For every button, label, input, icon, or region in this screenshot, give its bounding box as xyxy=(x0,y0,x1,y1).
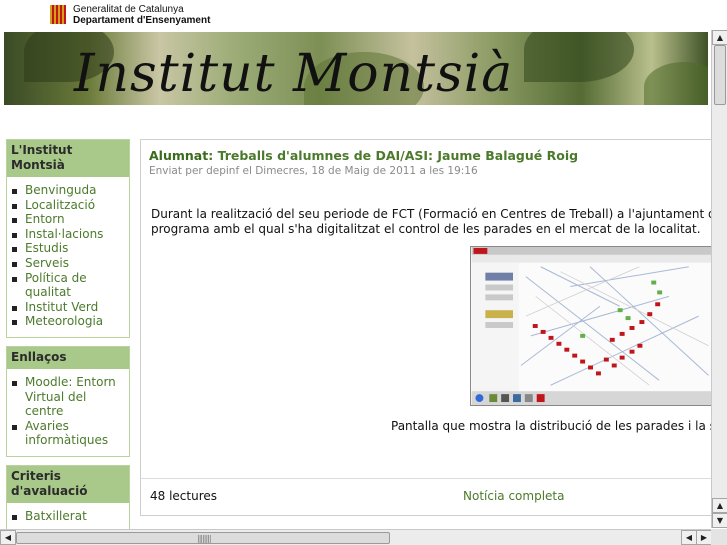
gencat-header: Generalitat de Catalunya Departament d'E… xyxy=(0,0,711,30)
node-article: Alumnat: Treballs d'alumnes de DAI/ASI: … xyxy=(140,139,715,516)
menu-item[interactable]: Instal·lacions xyxy=(9,227,127,242)
block-enllacos: Enllaços Moodle: Entorn Virtual del cent… xyxy=(6,345,130,457)
menu-item[interactable]: Batxillerat xyxy=(9,509,127,524)
menu-item[interactable]: Avaries informàtiques xyxy=(9,419,127,448)
scroll-right-icon[interactable]: ▶ xyxy=(696,530,712,545)
menu-item[interactable]: Moodle: Entorn Virtual del centre xyxy=(9,375,127,419)
node-title-link[interactable]: Treballs d'alumnes de DAI/ASI: Jaume Bal… xyxy=(218,148,579,163)
read-count: 48 lectures xyxy=(150,489,218,503)
scroll-left-icon[interactable]: ◀ xyxy=(0,530,16,545)
horizontal-scrollbar[interactable]: ◀ |||||||| ◀ ▶ xyxy=(0,529,712,545)
node-title[interactable]: Alumnat: Treballs d'alumnes de DAI/ASI: … xyxy=(149,148,578,163)
menu-item[interactable]: Meteorologia xyxy=(9,314,127,329)
menu-item[interactable]: Política de qualitat xyxy=(9,271,127,300)
menu-link-institut-verd[interactable]: Institut Verd xyxy=(25,300,98,314)
menu-link-batxillerat[interactable]: Batxillerat xyxy=(25,509,87,523)
menu-item[interactable]: Entorn xyxy=(9,212,127,227)
menu-link-serveis[interactable]: Serveis xyxy=(25,256,69,270)
banner-foliage xyxy=(524,32,634,82)
gencat-line-2: Departament d'Ensenyament xyxy=(73,15,211,26)
block-institut: L'Institut Montsià Benvinguda Localitzac… xyxy=(6,139,130,338)
vertical-scrollbar[interactable]: ▲ ▲ ▼ xyxy=(711,30,727,528)
scroll-grip-icon: |||||||| xyxy=(197,534,212,543)
site-title[interactable]: Institut Montsià xyxy=(74,44,513,104)
block-title: L'Institut Montsià xyxy=(7,140,129,177)
scroll-down-icon[interactable]: ▼ xyxy=(712,513,727,528)
sidebar: L'Institut Montsià Benvinguda Localitzac… xyxy=(6,139,130,541)
vertical-scroll-thumb[interactable] xyxy=(714,45,726,105)
menu-link-meteorologia[interactable]: Meteorologia xyxy=(25,314,103,328)
menu-item[interactable]: Institut Verd xyxy=(9,300,127,315)
banner-foliage xyxy=(644,62,708,105)
menu-link-politica-qualitat[interactable]: Política de qualitat xyxy=(25,271,87,300)
menu-link-avaries[interactable]: Avaries informàtiques xyxy=(25,419,108,448)
menu-item[interactable]: Serveis xyxy=(9,256,127,271)
menu-link-localitzacio[interactable]: Localització xyxy=(25,198,95,212)
image-caption: Pantalla que mostra la distribució de le… xyxy=(391,419,715,433)
node-links: 48 lectures Notícia completa xyxy=(141,478,715,515)
block-criteris: Criteris d'avaluació Batxillerat xyxy=(6,464,130,533)
scroll-up-icon[interactable]: ▲ xyxy=(712,498,727,513)
menu-list: Benvinguda Localització Entorn Instal·la… xyxy=(9,183,127,329)
scrollbar-corner xyxy=(711,529,727,545)
menu-list: Moodle: Entorn Virtual del centre Avarie… xyxy=(9,375,127,448)
menu-item[interactable]: Estudis xyxy=(9,241,127,256)
block-title: Enllaços xyxy=(7,346,129,369)
menu-list: Batxillerat xyxy=(9,509,127,524)
scroll-up-icon[interactable]: ▲ xyxy=(712,30,727,45)
menu-link-estudis[interactable]: Estudis xyxy=(25,241,68,255)
menu-link-moodle[interactable]: Moodle: Entorn Virtual del centre xyxy=(25,375,116,418)
scroll-left-icon[interactable]: ◀ xyxy=(681,530,697,545)
body-line-2: programa amb el qual s'ha digitalitzat e… xyxy=(151,222,701,236)
node-body: Durant la realització del seu periode de… xyxy=(151,207,715,237)
menu-item[interactable]: Benvinguda xyxy=(9,183,127,198)
menu-item[interactable]: Localització xyxy=(9,198,127,213)
menu-link-installacions[interactable]: Instal·lacions xyxy=(25,227,103,241)
node-category[interactable]: Alumnat xyxy=(149,148,208,163)
block-title: Criteris d'avaluació xyxy=(7,465,129,503)
gencat-wordmark: Generalitat de Catalunya Departament d'E… xyxy=(73,4,210,26)
gencat-line-1: Generalitat de Catalunya xyxy=(73,4,184,15)
map-screenshot-image[interactable] xyxy=(470,246,715,406)
menu-link-entorn[interactable]: Entorn xyxy=(25,212,65,226)
node-submitted: Enviat per depinf el Dimecres, 18 de Mai… xyxy=(149,165,478,177)
site-banner[interactable]: Institut Montsià xyxy=(4,32,708,105)
horizontal-scroll-thumb[interactable]: |||||||| xyxy=(16,532,390,544)
read-more-link[interactable]: Notícia completa xyxy=(463,489,564,503)
gencat-logo-icon xyxy=(50,5,66,24)
menu-link-benvinguda[interactable]: Benvinguda xyxy=(25,183,96,197)
body-line-1: Durant la realització del seu periode de… xyxy=(151,207,715,221)
